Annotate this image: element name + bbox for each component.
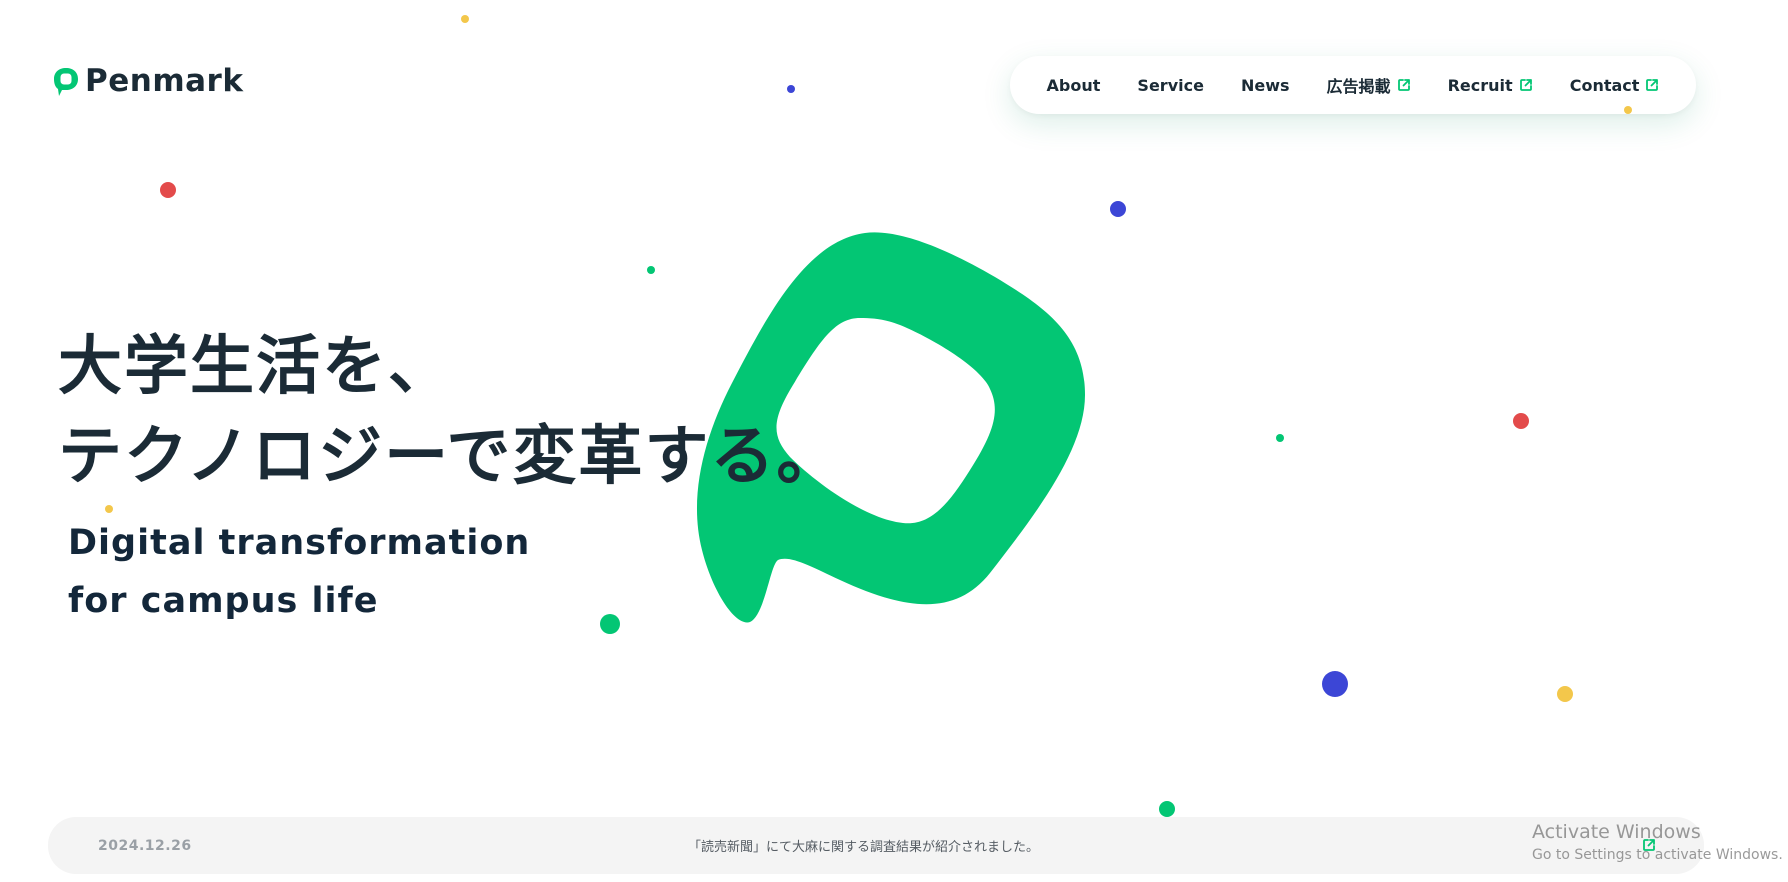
decor-dot <box>1110 201 1126 217</box>
decor-dot <box>1624 106 1632 114</box>
external-link-icon <box>1646 79 1659 91</box>
decor-dot <box>1513 413 1529 429</box>
subheadline-line-1: Digital transformation <box>68 523 531 563</box>
nav-recruit[interactable]: Recruit <box>1448 76 1533 95</box>
decor-dot <box>105 505 113 513</box>
nav-service[interactable]: Service <box>1137 76 1204 95</box>
nav-recruit-label: Recruit <box>1447 75 1513 95</box>
nav-advertising[interactable]: 広告掲載 <box>1327 73 1411 97</box>
decor-dot <box>647 266 655 274</box>
headline-line-1: 大学生活を、 <box>58 330 454 404</box>
decor-dot <box>1322 671 1348 697</box>
decor-dot <box>1557 686 1573 702</box>
page: Penmark About Service News 広告掲載 Recruit <box>0 0 1788 882</box>
news-title: 「読売新聞」にて大麻に関する調査結果が紹介されました。 <box>688 840 1040 855</box>
decor-dot <box>1159 801 1175 817</box>
external-link-icon <box>1519 79 1532 91</box>
decor-dot <box>787 85 795 93</box>
hero-headline: 大学生活を、 テクノロジーで変革する。 <box>58 322 842 502</box>
nav-about-label: About <box>1046 75 1101 95</box>
logo-text: Penmark <box>85 63 244 99</box>
nav-advertising-label: 広告掲載 <box>1326 77 1391 96</box>
nav-news[interactable]: News <box>1241 76 1290 95</box>
decor-dot <box>1276 434 1284 442</box>
logo-link[interactable]: Penmark <box>53 66 243 97</box>
external-link-icon <box>1397 79 1410 91</box>
nav-about[interactable]: About <box>1047 76 1101 95</box>
decor-dot <box>461 15 469 23</box>
decor-dot <box>160 182 176 198</box>
subheadline-line-2: for campus life <box>68 581 379 621</box>
news-date: 2024.12.26 <box>98 837 192 854</box>
nav-contact[interactable]: Contact <box>1570 76 1660 95</box>
main-nav: About Service News 広告掲載 Recruit Contact <box>1010 56 1696 114</box>
headline-line-2: テクノロジーで変革する。 <box>58 420 843 494</box>
external-link-icon <box>1643 839 1655 851</box>
decor-dot <box>600 614 620 634</box>
nav-contact-label: Contact <box>1569 75 1640 95</box>
nav-service-label: Service <box>1137 75 1204 95</box>
hero-subheadline: Digital transformation for campus life <box>68 514 530 630</box>
nav-news-label: News <box>1240 75 1290 95</box>
news-ticker[interactable]: 2024.12.26 「読売新聞」にて大麻に関する調査結果が紹介されました。 <box>48 817 1704 874</box>
penmark-logo-icon <box>54 67 78 96</box>
